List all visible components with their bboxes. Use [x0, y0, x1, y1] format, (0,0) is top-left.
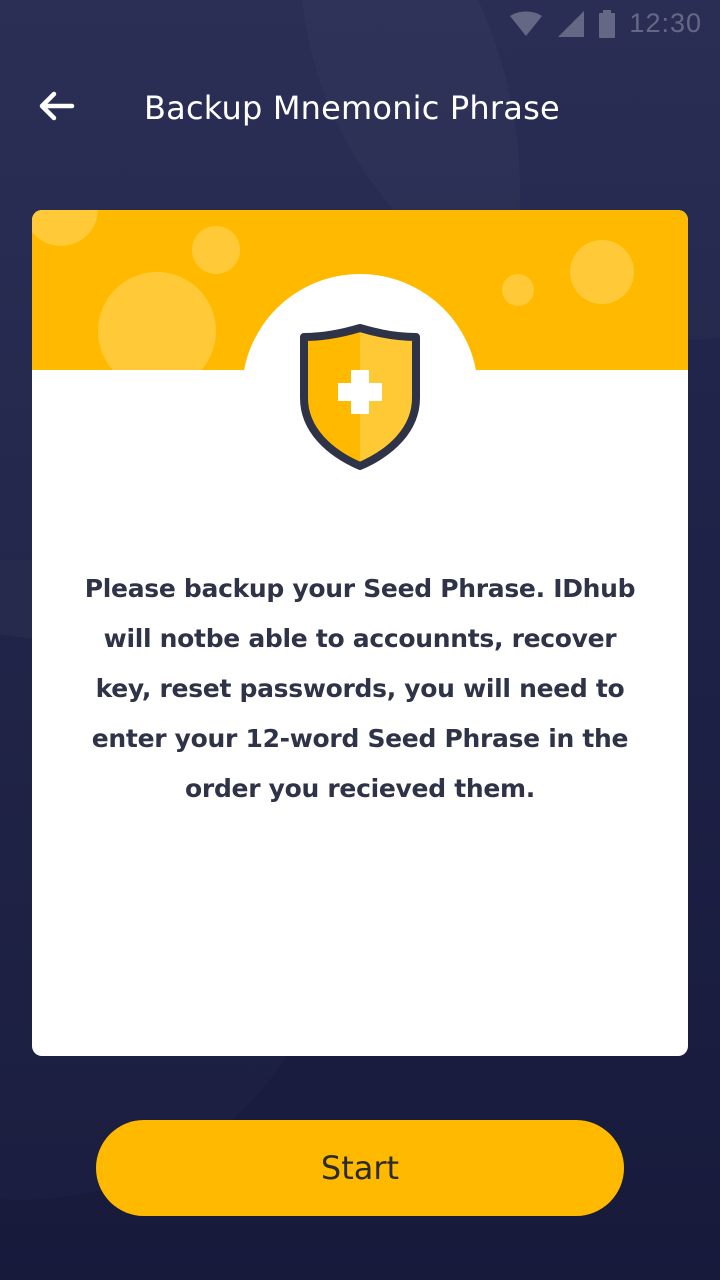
banner-bubble	[192, 226, 240, 274]
backup-mnemonic-screen: 12:30 Backup Mnemonic Phrase Please back…	[0, 0, 720, 1280]
backup-info-card: Please backup your Seed Phrase. IDhub wi…	[32, 210, 688, 1056]
banner-bubble	[502, 274, 534, 306]
status-time: 12:30	[629, 8, 702, 38]
status-icons: 12:30	[509, 8, 702, 39]
page-title: Backup Mnemonic Phrase	[144, 89, 560, 127]
battery-icon	[599, 9, 616, 38]
shield-plus-icon	[294, 320, 426, 472]
banner-bubble	[32, 210, 98, 246]
wifi-icon	[509, 11, 543, 37]
start-button-label: Start	[320, 1149, 400, 1187]
backup-instructions: Please backup your Seed Phrase. IDhub wi…	[84, 574, 636, 803]
start-button[interactable]: Start	[96, 1120, 624, 1216]
app-header: Backup Mnemonic Phrase	[0, 70, 720, 146]
banner-bubble	[570, 240, 634, 304]
back-arrow-icon	[36, 90, 76, 126]
cell-signal-icon	[557, 10, 585, 38]
banner-bubble	[98, 272, 216, 370]
back-button[interactable]	[28, 84, 84, 132]
status-bar: 12:30	[0, 0, 720, 50]
